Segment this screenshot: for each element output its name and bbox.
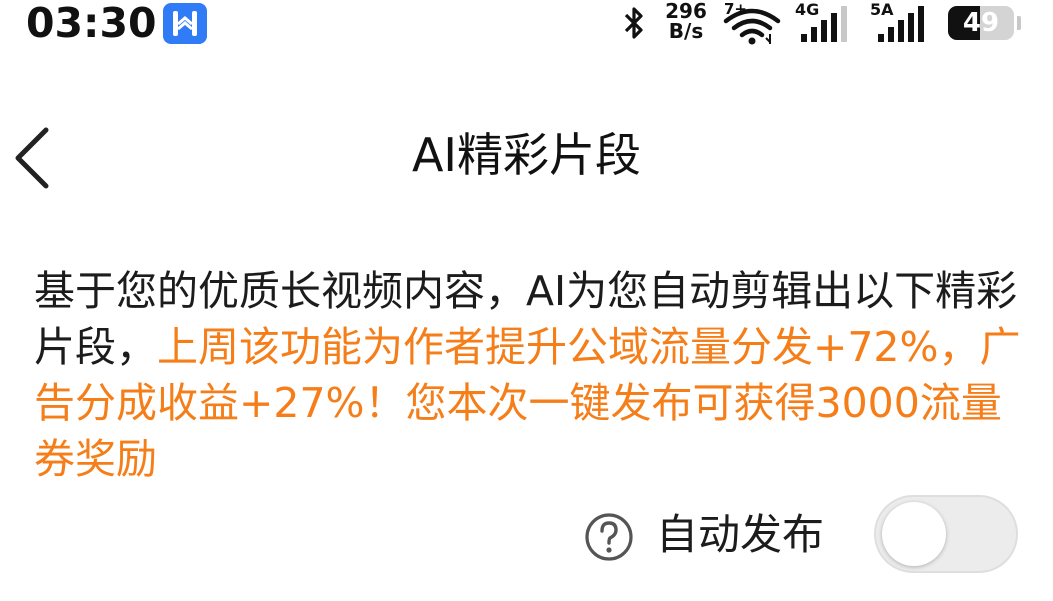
battery-tip (1017, 16, 1021, 30)
signal-1-label: 4G (795, 0, 820, 19)
bluetooth-icon (624, 7, 643, 39)
page-title: AI精彩片段 (411, 128, 642, 182)
signal-2-label: 5A (870, 0, 894, 19)
app-notification-icon (163, 3, 207, 44)
battery-level: 49 (962, 8, 1000, 38)
battery-icon: 49 (948, 6, 1014, 40)
description-text: 基于您的优质长视频内容，AI为您自动剪辑出以下精彩片段，上周该功能为作者提升公域… (34, 263, 1024, 487)
status-bar: 03:30 296 B/s 7+ 4G 5A 49 (0, 0, 1053, 48)
wifi-label: 7+ (724, 0, 748, 18)
toggle-knob (882, 502, 946, 566)
screen: 03:30 296 B/s 7+ 4G 5A 49 AI精彩片段 基于您的优质长… (0, 0, 1053, 601)
status-time: 03:30 (26, 0, 157, 47)
network-speed-value: 296 (665, 0, 707, 23)
question-circle-icon[interactable] (584, 512, 634, 562)
auto-publish-toggle[interactable] (874, 495, 1018, 573)
auto-publish-label: 自动发布 (656, 510, 825, 559)
description-highlight: 上周该功能为作者提升公域流量分发+72%，广告分成收益+27%！您本次一键发布可… (34, 323, 1021, 483)
network-speed: 296 B/s (662, 1, 710, 41)
network-speed-unit: B/s (668, 19, 704, 43)
